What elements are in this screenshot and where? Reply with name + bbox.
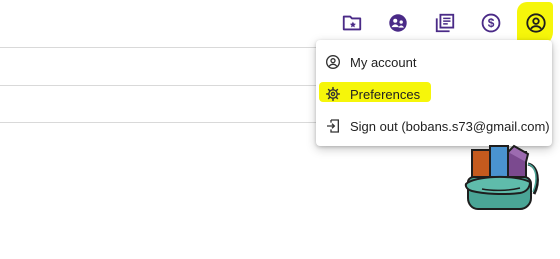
content-divider-2 (0, 85, 316, 86)
account-button[interactable] (523, 10, 549, 36)
account-circle-icon (325, 54, 341, 70)
content-divider-3 (0, 122, 316, 123)
account-circle-icon (526, 13, 546, 33)
menu-item-preferences[interactable]: Preferences (316, 80, 552, 108)
billing-button[interactable]: $ (478, 10, 504, 36)
menu-item-my-account[interactable]: My account (316, 48, 552, 76)
menu-item-label: My account (350, 54, 417, 70)
library-button[interactable] (432, 10, 458, 36)
team-button[interactable] (385, 10, 411, 36)
library-books-icon (435, 13, 455, 33)
menu-item-label: Preferences (350, 86, 421, 102)
menu-item-label: Sign out (bobans.s73@gmail.com) (350, 118, 550, 134)
dollar-circle-icon: $ (481, 13, 501, 33)
face-team-icon (389, 14, 407, 32)
content-divider-1 (0, 47, 316, 48)
gear-icon (325, 86, 341, 102)
backpack-mascot-illustration (464, 144, 539, 210)
sign-out-icon (325, 118, 341, 134)
account-menu: My account Preferences Sign out (bobans.… (316, 40, 552, 146)
menu-item-sign-out[interactable]: Sign out (bobans.s73@gmail.com) (316, 112, 552, 140)
folder-star-icon (342, 15, 362, 31)
svg-text:$: $ (488, 16, 495, 30)
folder-star-button[interactable] (339, 10, 365, 36)
